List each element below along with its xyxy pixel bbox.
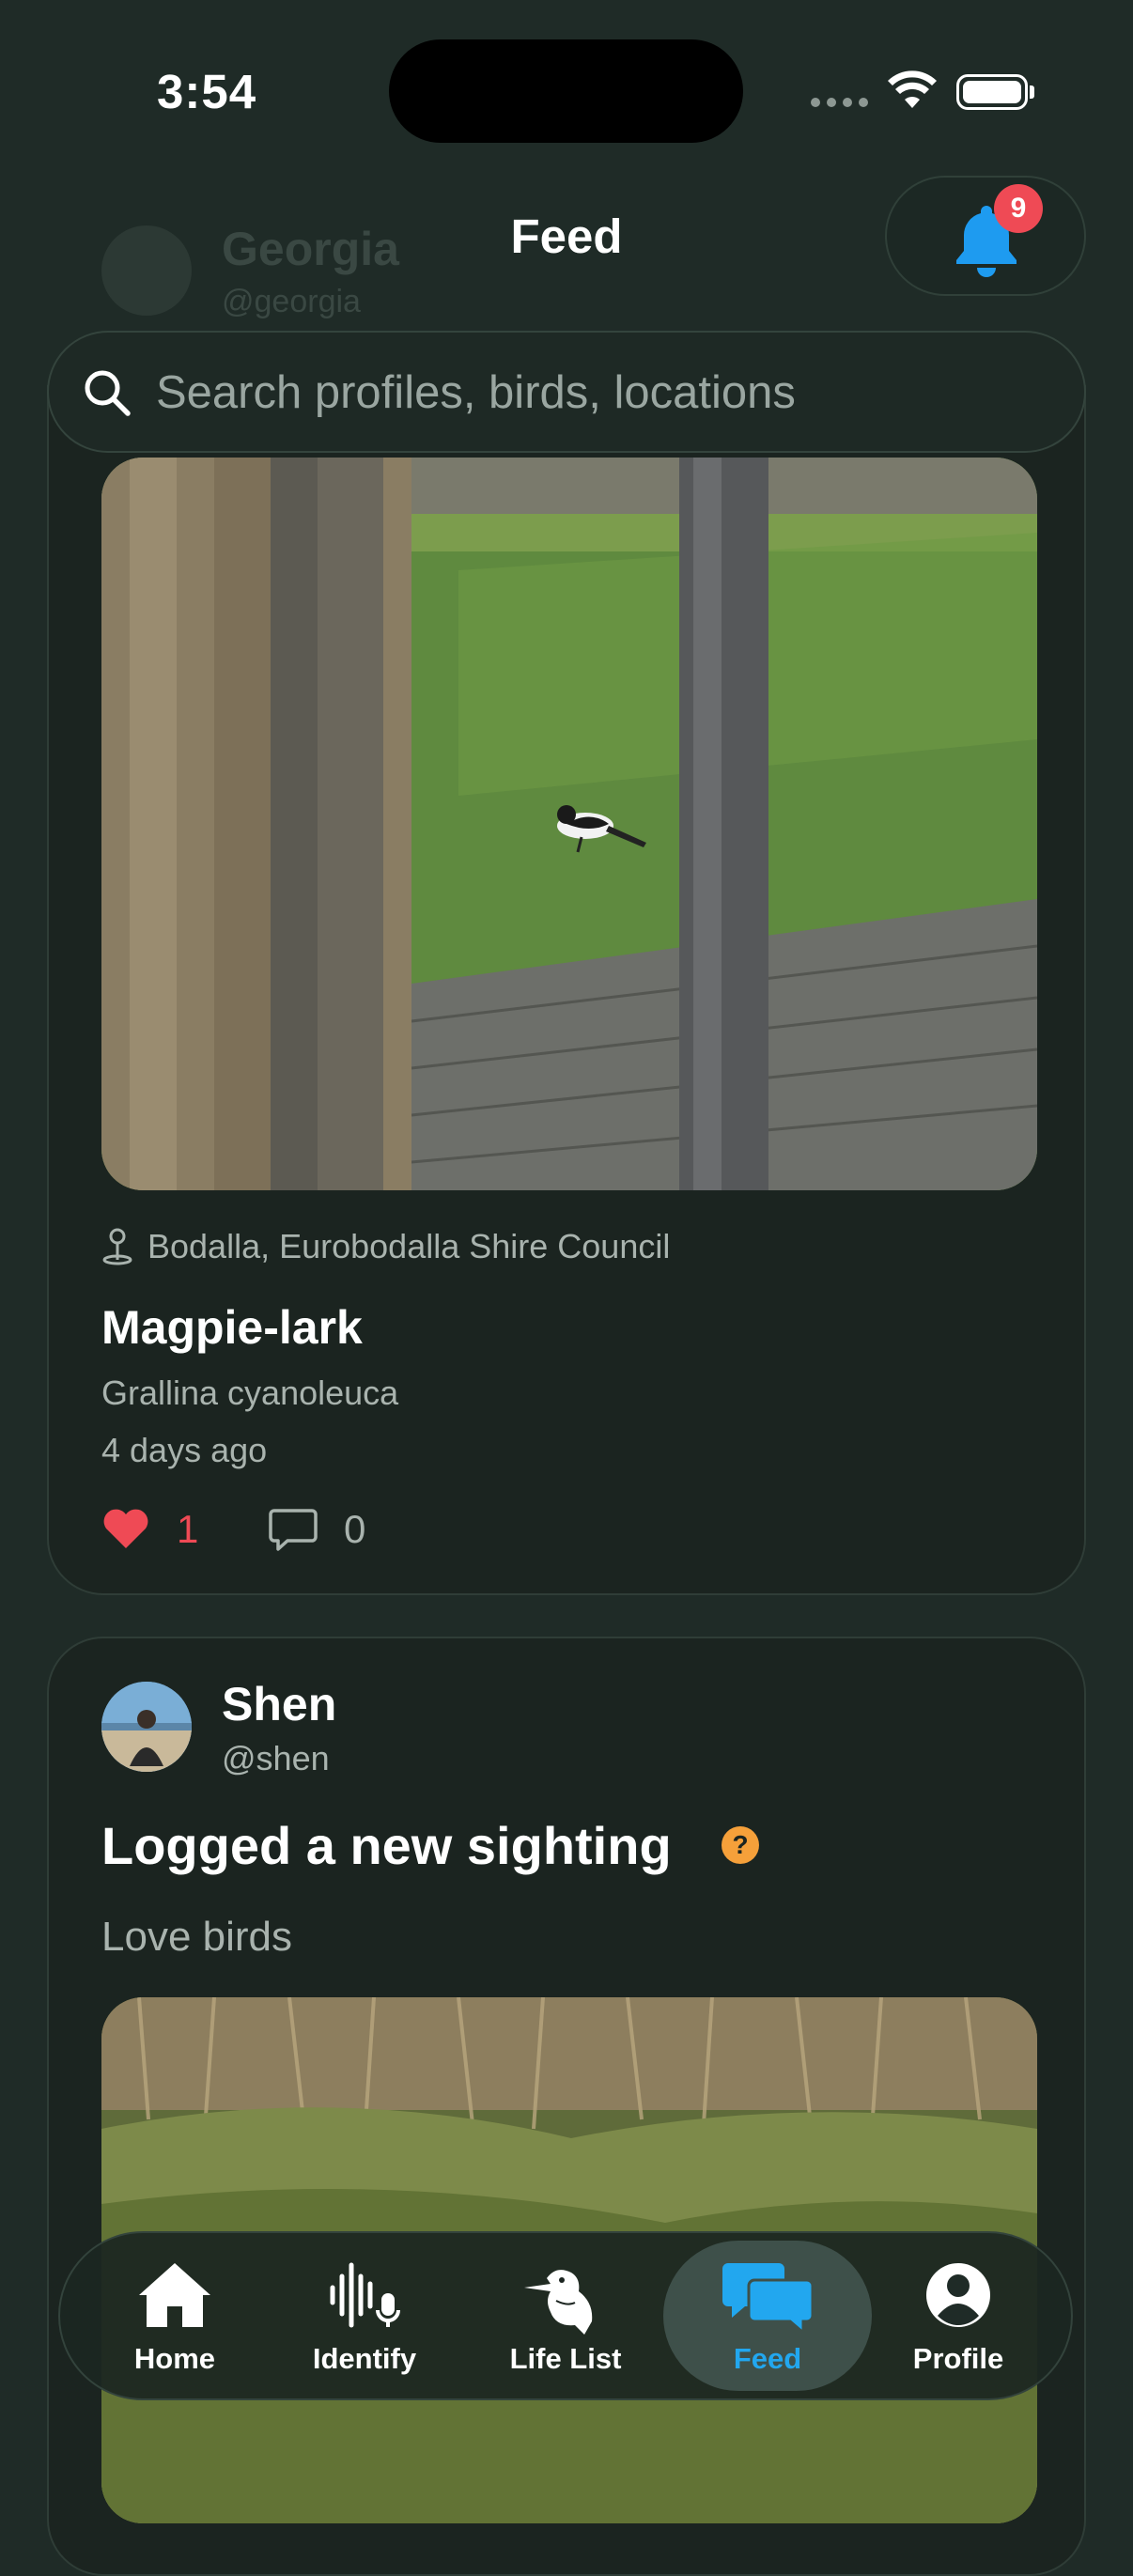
- chat-bubbles-icon: [722, 2263, 815, 2335]
- user-handle[interactable]: @shen: [222, 1739, 330, 1778]
- heart-icon[interactable]: [101, 1507, 150, 1550]
- waveform-mic-icon: [330, 2262, 400, 2328]
- home-icon: [139, 2263, 210, 2327]
- cellular-signal-icon: [811, 98, 868, 107]
- post-caption: Love birds: [101, 1914, 293, 1960]
- tab-profile[interactable]: Profile: [892, 2241, 1024, 2391]
- battery-icon: [956, 74, 1028, 110]
- tab-home[interactable]: Home: [113, 2241, 237, 2391]
- dynamic-island: [389, 39, 743, 143]
- user-name[interactable]: Shen: [222, 1677, 336, 1731]
- post-timestamp: 4 days ago: [101, 1431, 268, 1469]
- bird-common-name[interactable]: Magpie-lark: [101, 1300, 363, 1355]
- help-icon[interactable]: ?: [722, 1826, 759, 1864]
- comment-count: 0: [344, 1507, 366, 1551]
- bird-scientific-name: Grallina cyanoleuca: [101, 1373, 399, 1412]
- battery-cap: [1030, 85, 1034, 99]
- notification-badge: 9: [994, 184, 1043, 233]
- tab-label: Profile: [912, 2342, 1004, 2375]
- tab-label: Feed: [733, 2342, 802, 2375]
- person-circle-icon: [926, 2263, 990, 2327]
- wifi-icon: [888, 70, 937, 108]
- location-text[interactable]: Bodalla, Eurobodalla Shire Council: [147, 1227, 670, 1266]
- tab-feed[interactable]: Feed: [663, 2241, 872, 2391]
- tab-label: Home: [133, 2342, 216, 2375]
- post-title: Logged a new sighting: [101, 1816, 672, 1875]
- like-count: 1: [177, 1507, 199, 1551]
- location-pin-icon: [102, 1228, 132, 1265]
- ghost-user-handle: @georgia: [222, 284, 361, 319]
- kookaburra-icon: [524, 2270, 593, 2335]
- tab-label: Identify: [312, 2342, 417, 2375]
- tab-label: Life List: [509, 2342, 622, 2375]
- search-icon: [85, 370, 131, 416]
- search-input[interactable]: [156, 365, 1001, 421]
- bird-photo[interactable]: [101, 458, 1037, 1190]
- tab-identify[interactable]: Identify: [299, 2241, 430, 2391]
- avatar[interactable]: [101, 1682, 192, 1772]
- comment-icon[interactable]: [269, 1507, 318, 1552]
- tab-life-list[interactable]: Life List: [496, 2241, 635, 2391]
- status-time: 3:54: [157, 65, 257, 118]
